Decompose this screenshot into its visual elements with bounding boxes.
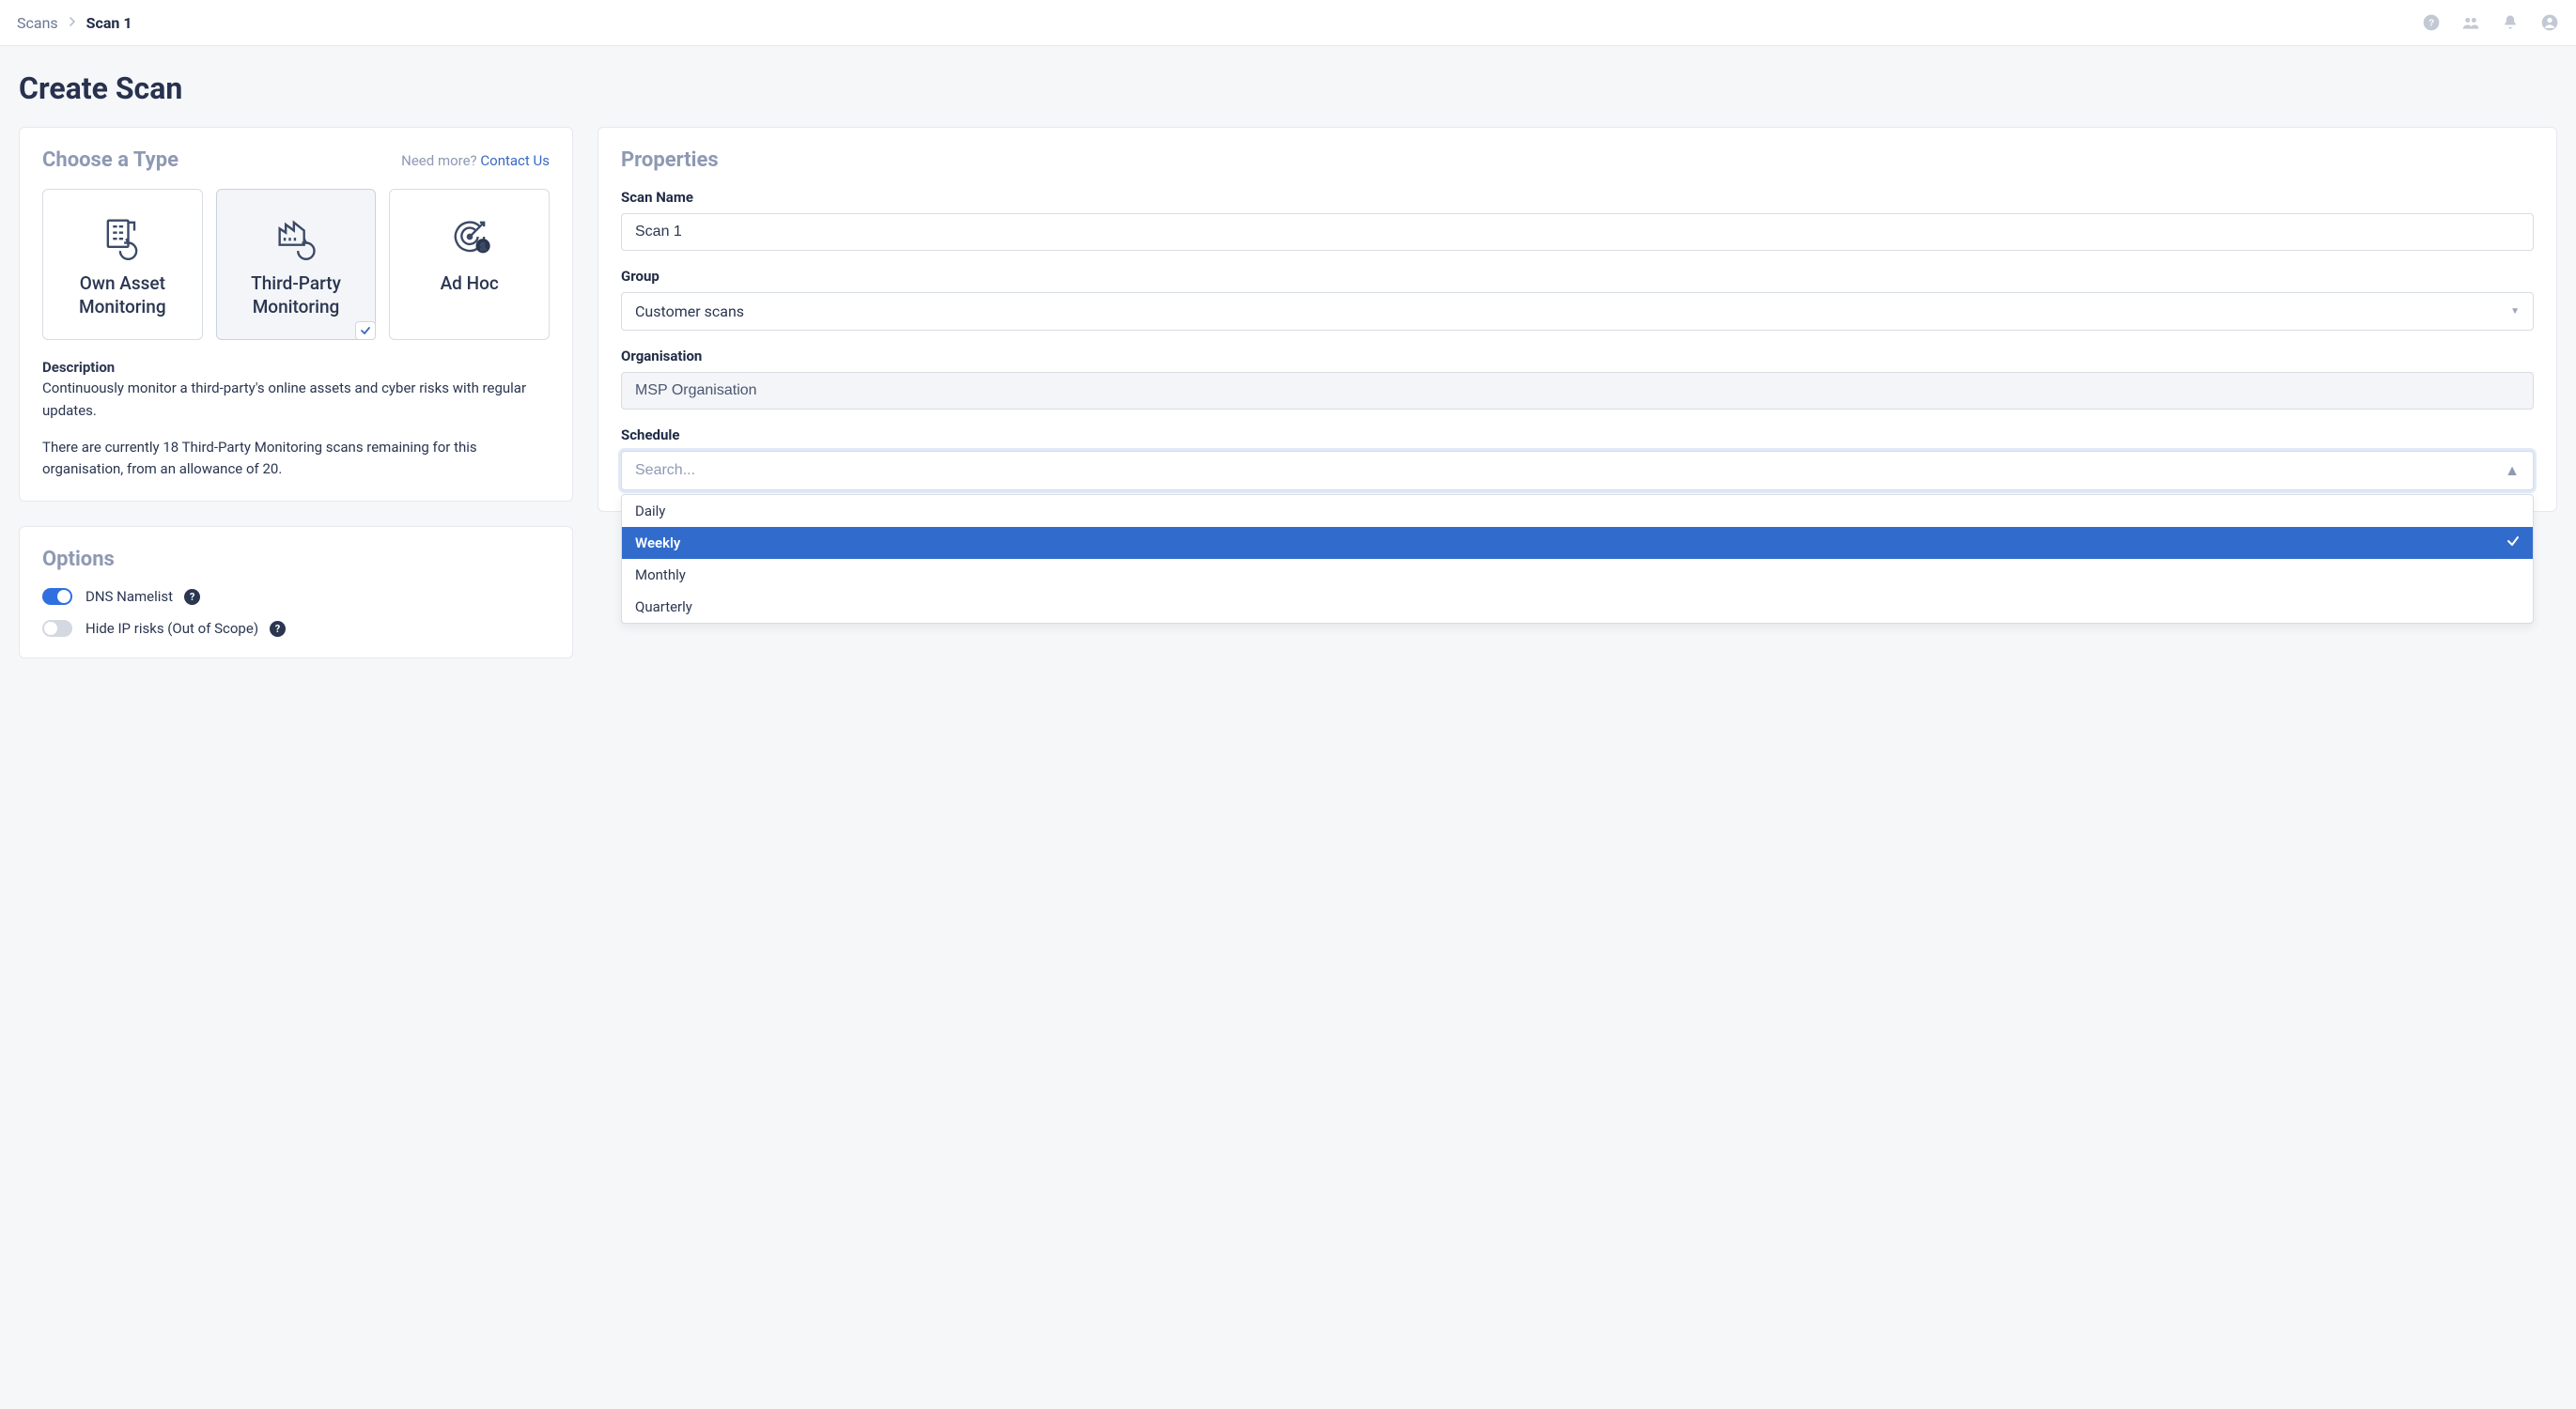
building-icon: [53, 210, 193, 263]
scan-name-input[interactable]: [621, 213, 2534, 251]
team-icon[interactable]: [2461, 13, 2480, 32]
target-icon: 1: [399, 210, 539, 263]
check-icon: [355, 321, 376, 340]
options-heading: Options: [42, 548, 115, 571]
description-label: Description: [42, 359, 550, 376]
topbar: Scans Scan 1 ?: [0, 0, 2576, 46]
breadcrumb: Scans Scan 1: [17, 14, 132, 32]
schedule-option-daily[interactable]: Daily: [622, 495, 2533, 527]
remaining-text: There are currently 18 Third-Party Monit…: [42, 437, 550, 481]
schedule-option-weekly[interactable]: Weekly: [622, 527, 2533, 559]
group-label: Group: [621, 268, 2534, 285]
group-select[interactable]: Customer scans ▼: [621, 292, 2534, 331]
check-icon: [2506, 534, 2520, 551]
breadcrumb-parent[interactable]: Scans: [17, 14, 58, 32]
topbar-icons: ?: [2422, 13, 2559, 32]
factory-icon: [226, 210, 366, 263]
organisation-input: [621, 372, 2534, 410]
group-value: Customer scans: [635, 302, 744, 320]
properties-heading: Properties: [621, 148, 719, 172]
chevron-right-icon: [68, 15, 77, 30]
help-dot-icon[interactable]: ?: [270, 621, 286, 637]
contact-us-link[interactable]: Contact Us: [480, 152, 550, 169]
schedule-combobox[interactable]: ▲: [621, 451, 2534, 490]
schedule-label: Schedule: [621, 426, 2534, 443]
schedule-dropdown: Daily Weekly Monthly Quarterly: [621, 494, 2534, 624]
type-card-third-party[interactable]: Third-Party Monitoring: [216, 189, 377, 340]
bell-icon[interactable]: [2501, 13, 2520, 32]
organisation-label: Organisation: [621, 348, 2534, 364]
type-card-label: Third-Party Monitoring: [226, 272, 366, 318]
option-label: DNS Namelist: [85, 588, 173, 605]
schedule-option-monthly[interactable]: Monthly: [622, 559, 2533, 591]
type-card-label: Own Asset Monitoring: [53, 272, 193, 318]
schedule-search-input[interactable]: [635, 462, 2505, 479]
type-card-ad-hoc[interactable]: 1 Ad Hoc: [389, 189, 550, 340]
need-more-text: Need more? Contact Us: [401, 152, 550, 169]
svg-text:?: ?: [2429, 18, 2434, 28]
properties-card: Properties Scan Name Group Customer scan…: [597, 127, 2557, 512]
toggle-dns-namelist[interactable]: [42, 588, 72, 605]
svg-text:1: 1: [480, 242, 486, 253]
type-card-label: Ad Hoc: [399, 272, 539, 296]
option-row-dns-namelist: DNS Namelist ?: [42, 588, 550, 605]
toggle-hide-ip-risks[interactable]: [42, 620, 72, 637]
type-card-own-asset[interactable]: Own Asset Monitoring: [42, 189, 203, 340]
caret-up-icon: ▲: [2505, 461, 2520, 480]
breadcrumb-current: Scan 1: [86, 14, 132, 32]
help-dot-icon[interactable]: ?: [184, 589, 200, 605]
page-title: Create Scan: [19, 70, 2557, 106]
avatar-icon[interactable]: [2540, 13, 2559, 32]
option-label: Hide IP risks (Out of Scope): [85, 620, 258, 637]
help-icon[interactable]: ?: [2422, 13, 2441, 32]
schedule-option-quarterly[interactable]: Quarterly: [622, 591, 2533, 623]
options-card: Options DNS Namelist ? Hide IP risks (Ou…: [19, 526, 573, 658]
choose-type-heading: Choose a Type: [42, 148, 178, 172]
choose-type-card: Choose a Type Need more? Contact Us: [19, 127, 573, 502]
scan-name-label: Scan Name: [621, 189, 2534, 206]
type-cards: Own Asset Monitoring Third-Party Monitor…: [42, 189, 550, 340]
caret-down-icon: ▼: [2510, 306, 2520, 317]
description-text: Continuously monitor a third-party's onl…: [42, 378, 550, 422]
option-row-hide-ip-risks: Hide IP risks (Out of Scope) ?: [42, 620, 550, 637]
